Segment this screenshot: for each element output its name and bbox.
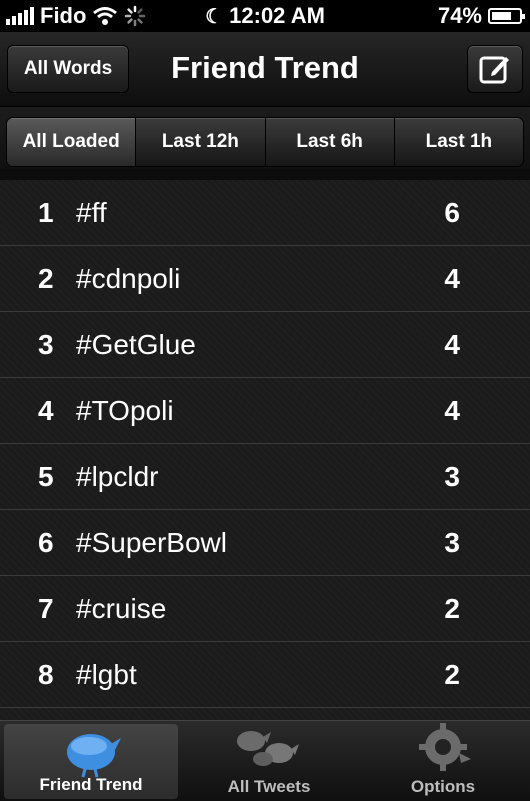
trend-count: 3 — [444, 527, 460, 558]
navigation-bar: All Words Friend Trend — [0, 32, 530, 107]
moon-icon: ☾ — [205, 6, 224, 28]
trend-hashtag: #lpcldr — [76, 461, 159, 492]
trend-row[interactable]: 8 #lgbt 2 — [0, 642, 530, 708]
trend-count: 6 — [444, 197, 460, 228]
trend-hashtag: #SuperBowl — [76, 527, 227, 558]
trend-count: 4 — [444, 329, 460, 360]
tab-friend-trend[interactable]: Friend Trend — [4, 724, 178, 799]
trend-count: 3 — [444, 461, 460, 492]
trend-rank: 7 — [38, 593, 54, 624]
trend-hashtag: #GetGlue — [76, 329, 196, 360]
trend-rank: 1 — [38, 197, 54, 228]
battery-percent: 74% — [437, 3, 482, 28]
segment-all-loaded[interactable]: All Loaded — [7, 118, 136, 166]
segment-last-12h[interactable]: Last 12h — [135, 118, 265, 166]
trend-rank: 4 — [38, 395, 54, 426]
trend-rank: 8 — [38, 659, 54, 690]
trend-hashtag: #lgbt — [76, 659, 137, 690]
trend-row[interactable]: 6 #SuperBowl 3 — [0, 510, 530, 576]
compose-button[interactable] — [467, 45, 523, 93]
status-right: 74% — [437, 3, 525, 29]
segment-last-6h[interactable]: Last 6h — [264, 118, 394, 166]
trend-count: 2 — [444, 659, 460, 690]
trend-rank: 3 — [38, 329, 54, 360]
segment-last-1h[interactable]: Last 1h — [393, 118, 523, 166]
compose-icon — [479, 56, 509, 84]
trend-rank: 6 — [38, 527, 54, 558]
trend-row[interactable]: 1 #ff 6 — [0, 180, 530, 246]
trend-hashtag: #ff — [76, 197, 107, 228]
trend-rank: 5 — [38, 461, 54, 492]
bird-icon — [67, 734, 121, 778]
trend-hashtag: #cruise — [76, 593, 167, 624]
tab-label: Friend Trend — [39, 775, 143, 794]
status-time: 12:02 AM — [229, 3, 325, 28]
trend-hashtag: #cdnpoli — [76, 263, 181, 294]
tab-all-tweets[interactable]: All Tweets — [182, 721, 356, 801]
trend-count: 4 — [444, 395, 460, 426]
trend-row[interactable]: 4 #TOpoli 4 — [0, 378, 530, 444]
gear-bird-icon — [419, 723, 471, 771]
time-filter-bar: All Loaded Last 12h Last 6h Last 1h — [0, 107, 530, 169]
all-words-button[interactable]: All Words — [7, 45, 129, 93]
status-bar: Fido ☾ 12:02 AM 74% — [0, 0, 530, 32]
trend-count: 4 — [444, 263, 460, 294]
battery-fill — [492, 12, 512, 20]
battery-icon — [488, 8, 525, 24]
trend-hashtag: #TOpoli — [76, 395, 174, 426]
time-filter-segmented-control: All Loaded Last 12h Last 6h Last 1h — [6, 117, 524, 167]
trend-row[interactable]: 5 #lpcldr 3 — [0, 444, 530, 510]
trend-row[interactable]: 7 #cruise 2 — [0, 576, 530, 642]
trend-row[interactable]: 3 #GetGlue 4 — [0, 312, 530, 378]
tab-bar: Friend Trend All Tweets Options — [0, 720, 530, 801]
trend-count: 2 — [444, 593, 460, 624]
tab-options[interactable]: Options — [356, 721, 530, 801]
birds-icon — [237, 731, 299, 766]
trend-row[interactable]: 2 #cdnpoli 4 — [0, 246, 530, 312]
page-title: Friend Trend — [171, 50, 359, 85]
tab-label: All Tweets — [227, 777, 311, 796]
trend-rank: 2 — [38, 263, 54, 294]
trend-list: 1 #ff 6 2 #cdnpoli 4 3 #GetGlue 4 4 #TOp… — [0, 180, 530, 720]
tab-label: Options — [410, 777, 476, 796]
